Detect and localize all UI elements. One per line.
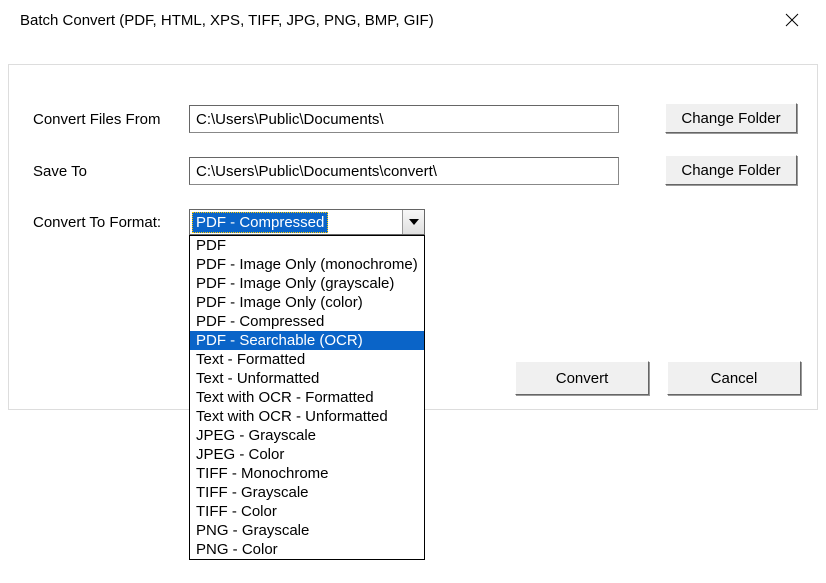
label-convert-from: Convert Files From [33, 111, 189, 128]
format-selected-value: PDF - Compressed [192, 212, 328, 233]
format-option[interactable]: TIFF - Monochrome [190, 464, 424, 483]
format-option[interactable]: TIFF - Color [190, 502, 424, 521]
format-option[interactable]: Text - Formatted [190, 350, 424, 369]
format-option[interactable]: PDF - Image Only (color) [190, 293, 424, 312]
label-save-to: Save To [33, 163, 189, 180]
title-bar: Batch Convert (PDF, HTML, XPS, TIFF, JPG… [0, 0, 826, 40]
convert-button[interactable]: Convert [515, 361, 649, 395]
close-icon [785, 13, 799, 27]
format-dropdown-list[interactable]: PDFPDF - Image Only (monochrome)PDF - Im… [189, 235, 425, 560]
label-convert-format: Convert To Format: [33, 214, 189, 231]
cancel-button[interactable]: Cancel [667, 361, 801, 395]
window-title: Batch Convert (PDF, HTML, XPS, TIFF, JPG… [20, 12, 434, 29]
format-option[interactable]: PDF - Image Only (monochrome) [190, 255, 424, 274]
input-save-to[interactable] [189, 157, 619, 185]
change-folder-to-button[interactable]: Change Folder [665, 155, 797, 185]
format-option[interactable]: PDF - Compressed [190, 312, 424, 331]
row-save-to: Save To [33, 157, 619, 185]
dropdown-arrow-button[interactable] [402, 210, 424, 234]
format-option[interactable]: Text with OCR - Formatted [190, 388, 424, 407]
chevron-down-icon [409, 219, 419, 225]
format-option[interactable]: Text - Unformatted [190, 369, 424, 388]
row-convert-from: Convert Files From [33, 105, 619, 133]
format-option[interactable]: TIFF - Grayscale [190, 483, 424, 502]
change-folder-from-button[interactable]: Change Folder [665, 103, 797, 133]
format-option[interactable]: PNG - Color [190, 540, 424, 559]
main-panel: Convert Files From Change Folder Save To… [8, 64, 818, 410]
format-option[interactable]: PDF - Image Only (grayscale) [190, 274, 424, 293]
format-option[interactable]: PDF [190, 236, 424, 255]
action-buttons: Convert Cancel [515, 361, 801, 395]
format-combobox[interactable]: PDF - Compressed [189, 209, 425, 235]
format-option[interactable]: JPEG - Color [190, 445, 424, 464]
close-button[interactable] [772, 6, 812, 34]
format-option[interactable]: PNG - Grayscale [190, 521, 424, 540]
input-convert-from[interactable] [189, 105, 619, 133]
format-option[interactable]: JPEG - Grayscale [190, 426, 424, 445]
format-option[interactable]: PDF - Searchable (OCR) [190, 331, 424, 350]
format-option[interactable]: Text with OCR - Unformatted [190, 407, 424, 426]
row-convert-format: Convert To Format: PDF - Compressed PDFP… [33, 209, 425, 235]
